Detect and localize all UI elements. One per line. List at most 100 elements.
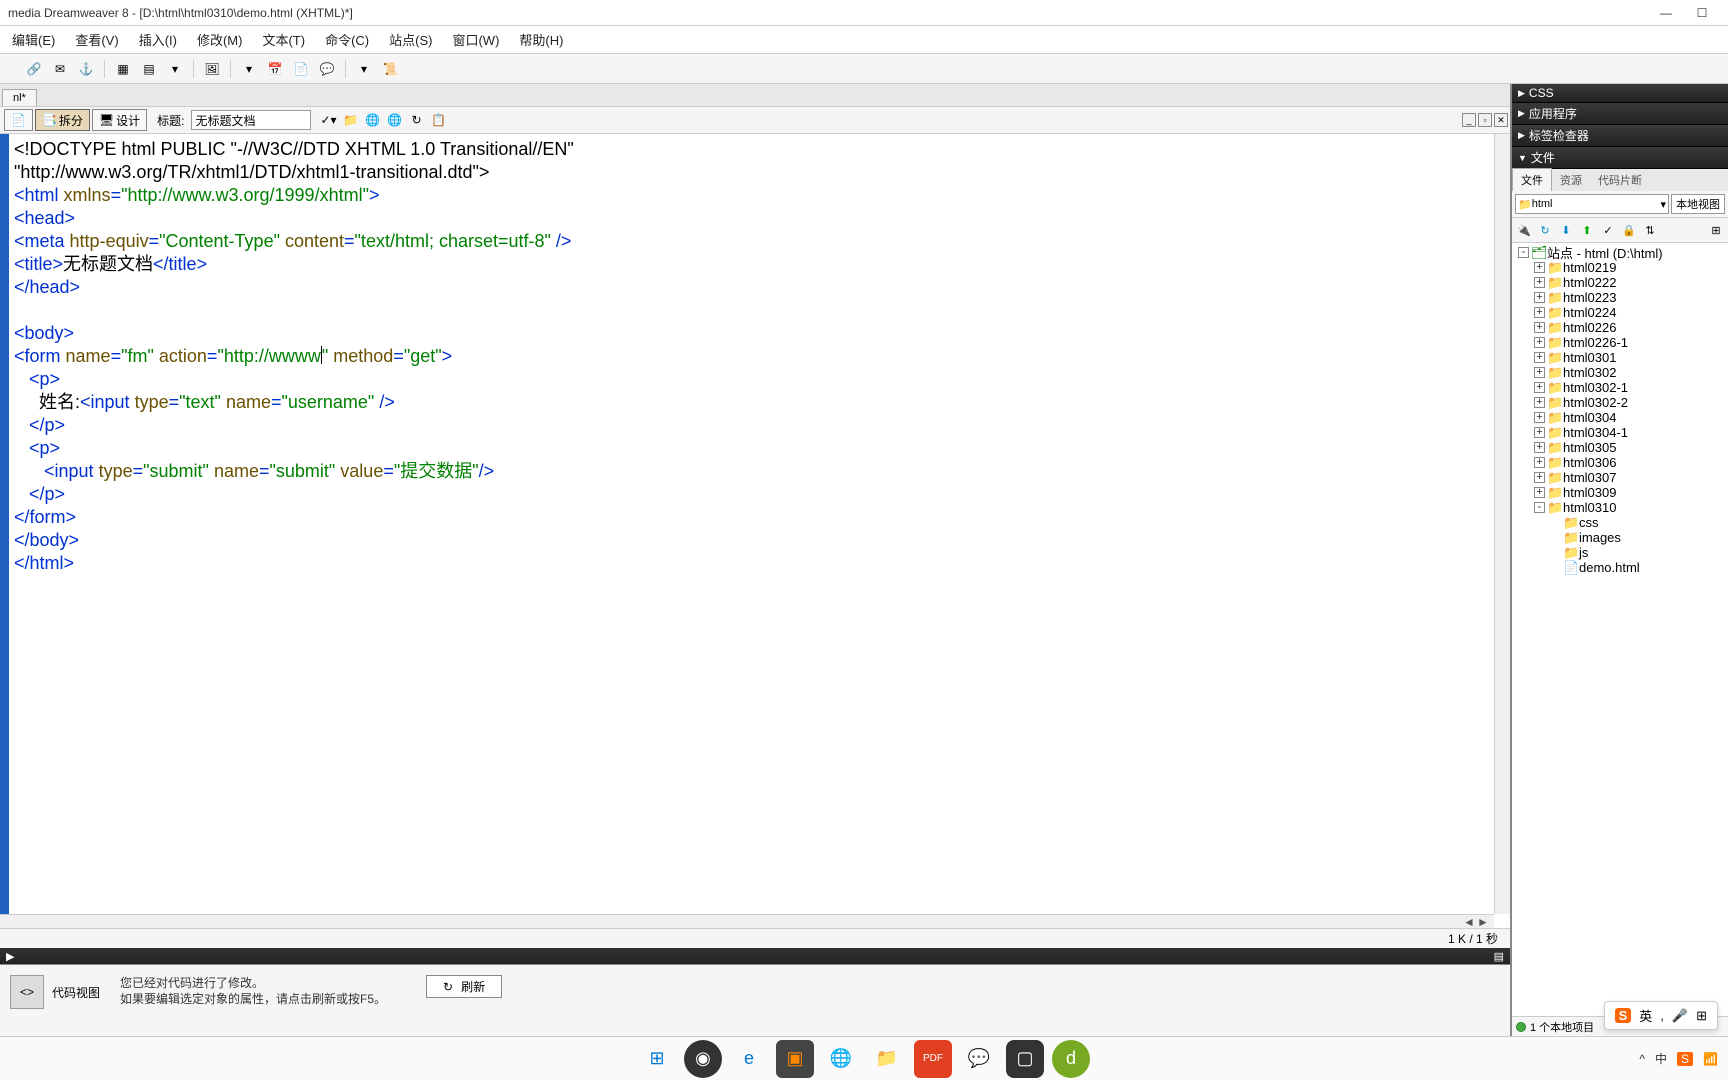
tree-item[interactable]: +📁 html0223 [1514, 290, 1726, 305]
task-chrome-icon[interactable]: 🌐 [822, 1040, 860, 1078]
tree-expand-icon[interactable]: + [1534, 337, 1545, 348]
tree-expand-icon[interactable]: + [1534, 277, 1545, 288]
tree-item[interactable]: +📁 html0222 [1514, 275, 1726, 290]
put-icon[interactable]: ⬆ [1578, 221, 1596, 239]
browser-icon[interactable]: 🌐 [385, 110, 405, 130]
scroll-left-icon[interactable]: ◄ [1462, 916, 1476, 928]
tree-item[interactable]: 📄 demo.html [1514, 560, 1726, 575]
tree-expand-icon[interactable]: + [1534, 487, 1545, 498]
task-explorer-icon[interactable]: 📁 [868, 1040, 906, 1078]
scroll-right-icon[interactable]: ► [1476, 916, 1490, 928]
task-app-icon[interactable]: ▢ [1006, 1040, 1044, 1078]
comment-icon[interactable]: 💬 [317, 59, 337, 79]
tree-item[interactable]: +📁 html0302-1 [1514, 380, 1726, 395]
tree-item[interactable]: +📁 html0226-1 [1514, 335, 1726, 350]
tree-item[interactable]: +📁 html0304-1 [1514, 425, 1726, 440]
tree-expand-icon[interactable]: + [1534, 262, 1545, 273]
files-panel-header[interactable]: ▼文件 [1512, 147, 1728, 169]
menu-site[interactable]: 站点(S) [381, 26, 440, 53]
refresh-button[interactable]: ↻ 刷新 [426, 975, 502, 998]
task-wechat-icon[interactable]: 💬 [960, 1040, 998, 1078]
date-icon[interactable]: 📅 [265, 59, 285, 79]
tree-item[interactable]: +📁 html0302 [1514, 365, 1726, 380]
tree-item[interactable]: +📁 html0306 [1514, 455, 1726, 470]
tree-item[interactable]: +📁 html0305 [1514, 440, 1726, 455]
file-tree[interactable]: -🗂 站点 - html (D:\html)+📁 html0219+📁 html… [1512, 243, 1728, 1016]
view-mode-dropdown[interactable]: 本地视图 [1671, 194, 1725, 214]
menu-modify[interactable]: 修改(M) [189, 26, 251, 53]
menu-text[interactable]: 文本(T) [254, 26, 313, 53]
menu-edit[interactable]: 编辑(E) [4, 26, 63, 53]
start-button[interactable]: ⊞ [638, 1040, 676, 1078]
code-editor[interactable]: <!DOCTYPE html PUBLIC "-//W3C//DTD XHTML… [0, 134, 1510, 928]
tree-item[interactable]: -📁 html0310 [1514, 500, 1726, 515]
tree-expand-icon[interactable]: + [1534, 307, 1545, 318]
ime-lang[interactable]: 英 [1639, 1006, 1652, 1025]
task-pdf-icon[interactable]: PDF [914, 1040, 952, 1078]
menu-window[interactable]: 窗口(W) [444, 26, 507, 53]
css-panel-header[interactable]: ▶CSS [1512, 84, 1728, 103]
refresh-files-icon[interactable]: ↻ [1536, 221, 1554, 239]
menu-help[interactable]: 帮助(H) [511, 26, 571, 53]
code-view-button[interactable]: 📄 [4, 109, 33, 131]
snippets-tab[interactable]: 代码片断 [1590, 169, 1650, 191]
image-icon[interactable]: 🖼 [202, 59, 222, 79]
doc-restore-icon[interactable]: ▫ [1478, 113, 1492, 127]
tree-expand-icon[interactable]: + [1534, 322, 1545, 333]
tags-panel-header[interactable]: ▶标签检查器 [1512, 125, 1728, 147]
files-tab[interactable]: 文件 [1512, 168, 1552, 191]
script-icon[interactable]: 📜 [380, 59, 400, 79]
tree-expand-icon[interactable]: + [1534, 352, 1545, 363]
vertical-scrollbar[interactable] [1494, 134, 1510, 914]
tree-expand-icon[interactable]: + [1534, 292, 1545, 303]
menu-insert[interactable]: 插入(I) [131, 26, 185, 53]
tree-item[interactable]: -🗂 站点 - html (D:\html) [1514, 245, 1726, 260]
task-dw-icon[interactable]: d [1052, 1040, 1090, 1078]
options-icon[interactable]: 📋 [429, 110, 449, 130]
mic-icon[interactable]: 🎤 [1672, 1008, 1688, 1024]
tree-expand-icon[interactable]: + [1534, 367, 1545, 378]
tray-net-icon[interactable]: 📶 [1703, 1052, 1718, 1066]
tree-item[interactable]: +📁 html0224 [1514, 305, 1726, 320]
tree-item[interactable]: +📁 html0226 [1514, 320, 1726, 335]
hyperlink-icon[interactable]: 🔗 [24, 59, 44, 79]
tree-item[interactable]: 📁 js [1514, 545, 1726, 560]
file-mgmt-icon[interactable]: 📁 [341, 110, 361, 130]
checkin-icon[interactable]: 🔒 [1620, 221, 1638, 239]
document-title-input[interactable] [191, 110, 311, 130]
tray-ime-icon[interactable]: 中 [1655, 1050, 1667, 1067]
menu-view[interactable]: 查看(V) [67, 26, 126, 53]
sync-icon[interactable]: ⇅ [1641, 221, 1659, 239]
validate-icon[interactable]: ✓▾ [319, 110, 339, 130]
checkout-icon[interactable]: ✓ [1599, 221, 1617, 239]
assets-tab[interactable]: 资源 [1552, 169, 1590, 191]
server-icon[interactable]: 📄 [291, 59, 311, 79]
tree-expand-icon[interactable]: + [1534, 382, 1545, 393]
connect-icon[interactable]: 🔌 [1515, 221, 1533, 239]
tree-expand-icon[interactable]: + [1534, 457, 1545, 468]
task-sublime-icon[interactable]: ▣ [776, 1040, 814, 1078]
layout-icon[interactable]: ▤ [139, 59, 159, 79]
tray-sogou-icon[interactable]: S [1677, 1052, 1693, 1066]
ime-indicator[interactable]: S 英 , 🎤 ⊞ [1604, 1001, 1718, 1030]
expand-icon[interactable]: ⊞ [1707, 221, 1725, 239]
tree-expand-icon[interactable]: - [1534, 502, 1545, 513]
div-icon[interactable]: ▾ [165, 59, 185, 79]
menu-commands[interactable]: 命令(C) [317, 26, 377, 53]
tree-item[interactable]: 📁 css [1514, 515, 1726, 530]
tree-expand-icon[interactable]: + [1534, 412, 1545, 423]
media-icon[interactable]: ▾ [239, 59, 259, 79]
refresh-icon[interactable]: ↻ [407, 110, 427, 130]
tree-item[interactable]: +📁 html0309 [1514, 485, 1726, 500]
table-icon[interactable]: ▦ [113, 59, 133, 79]
tree-item[interactable]: 📁 images [1514, 530, 1726, 545]
panel-toggle-icon[interactable]: ▤ [1494, 950, 1504, 963]
anchor-icon[interactable]: ⚓ [76, 59, 96, 79]
tree-item[interactable]: +📁 html0304 [1514, 410, 1726, 425]
doc-minimize-icon[interactable]: _ [1462, 113, 1476, 127]
horizontal-scrollbar[interactable]: ◄ ► [0, 914, 1494, 928]
tree-item[interactable]: +📁 html0219 [1514, 260, 1726, 275]
document-tab[interactable]: nl* [2, 89, 37, 106]
task-edge-icon[interactable]: e [730, 1040, 768, 1078]
tree-expand-icon[interactable]: + [1534, 397, 1545, 408]
